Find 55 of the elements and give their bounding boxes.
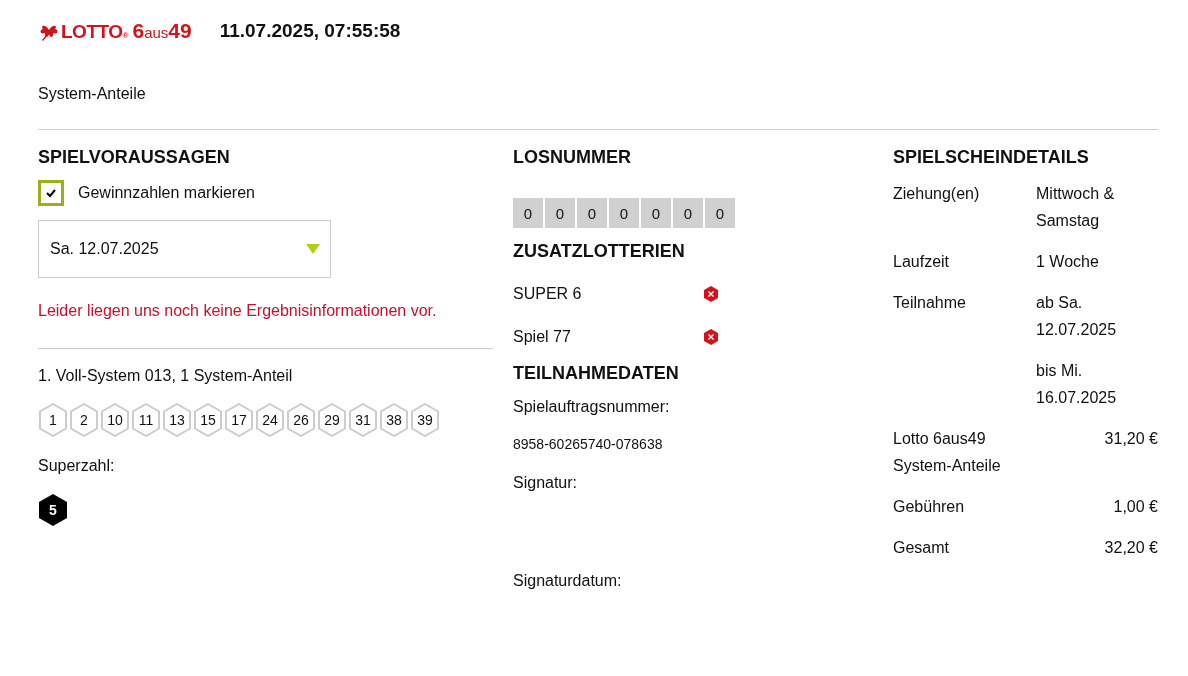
detail-value: bis Mi. 16.07.2025: [1036, 361, 1118, 408]
ticket-digit: 0: [641, 198, 671, 228]
detail-label: Laufzeit: [893, 252, 951, 272]
lottery-name: Spiel 77: [513, 327, 571, 346]
price-value: 1,00 €: [1113, 497, 1158, 517]
number-hexagon: 11: [131, 403, 161, 437]
ticket-digit: 0: [705, 198, 735, 228]
section-heading: SPIELSCHEINDETAILS: [893, 146, 1090, 168]
ticket-digit: 0: [577, 198, 607, 228]
number-hexagon: 38: [379, 403, 409, 437]
system-title: 1. Voll-System 013, 1 System-Anteil: [38, 367, 294, 385]
detail-value: 1 Woche: [1036, 252, 1100, 272]
section-heading: SPIELVORAUSSAGEN: [38, 146, 231, 168]
number-hexagon: 1: [38, 403, 68, 437]
detail-label: Gesamt: [893, 538, 950, 558]
number-hexagon: 10: [100, 403, 130, 437]
ticket-digit: 0: [513, 198, 543, 228]
price-value: 31,20 €: [1104, 429, 1158, 449]
detail-value: ab Sa. 12.07.2025: [1036, 293, 1118, 340]
number-hexagon: 39: [410, 403, 440, 437]
page-title: System-Anteile: [38, 85, 147, 103]
detail-value: Mittwoch & Samstag: [1036, 184, 1116, 231]
price-value: 32,20 €: [1104, 538, 1158, 558]
ticket-digit: 0: [673, 198, 703, 228]
section-heading: TEILNAHMEDATEN: [513, 362, 680, 384]
field-label: Spielauftragsnummer:: [513, 398, 671, 416]
checkbox[interactable]: [38, 180, 64, 206]
notice-message: Leider liegen uns noch keine Ergebnisinformationen vor.: [38, 302, 438, 320]
order-number: 8958-60265740-078638: [513, 436, 664, 452]
dropdown-caret-icon: [306, 244, 320, 254]
lottery-name: SUPER 6: [513, 284, 582, 303]
section-heading: ZUSATZLOTTERIEN: [513, 240, 686, 262]
number-hexagon: 29: [317, 403, 347, 437]
number-hexagon: 2: [69, 403, 99, 437]
field-label: Signatur:: [513, 474, 579, 492]
detail-label: Teilnahme: [893, 293, 967, 313]
number-hexagon: 15: [193, 403, 223, 437]
checkbox-label: Gewinnzahlen markieren: [78, 184, 255, 202]
field-label: Signaturdatum:: [513, 572, 623, 590]
superzahl-hexagon: 5: [38, 493, 68, 527]
number-hexagon: 26: [286, 403, 316, 437]
ticket-digit: 0: [545, 198, 575, 228]
timestamp: 11.07.2025, 07:55:58: [219, 20, 401, 42]
number-hexagon: 13: [162, 403, 192, 437]
section-heading: LOSNUMMER: [513, 146, 632, 168]
detail-label: Gebühren: [893, 497, 966, 517]
date-dropdown[interactable]: Sa. 12.07.2025: [38, 220, 331, 278]
number-hexagon: 31: [348, 403, 378, 437]
superzahl-label: Superzahl:: [38, 457, 116, 475]
detail-label: Ziehung(en): [893, 184, 981, 204]
ticket-digit: 0: [609, 198, 639, 228]
checkmark-icon: [46, 188, 56, 198]
number-hexagon: 24: [255, 403, 285, 437]
number-hexagon: 17: [224, 403, 254, 437]
detail-label: Lotto 6aus49 System-Anteile: [893, 429, 1002, 476]
